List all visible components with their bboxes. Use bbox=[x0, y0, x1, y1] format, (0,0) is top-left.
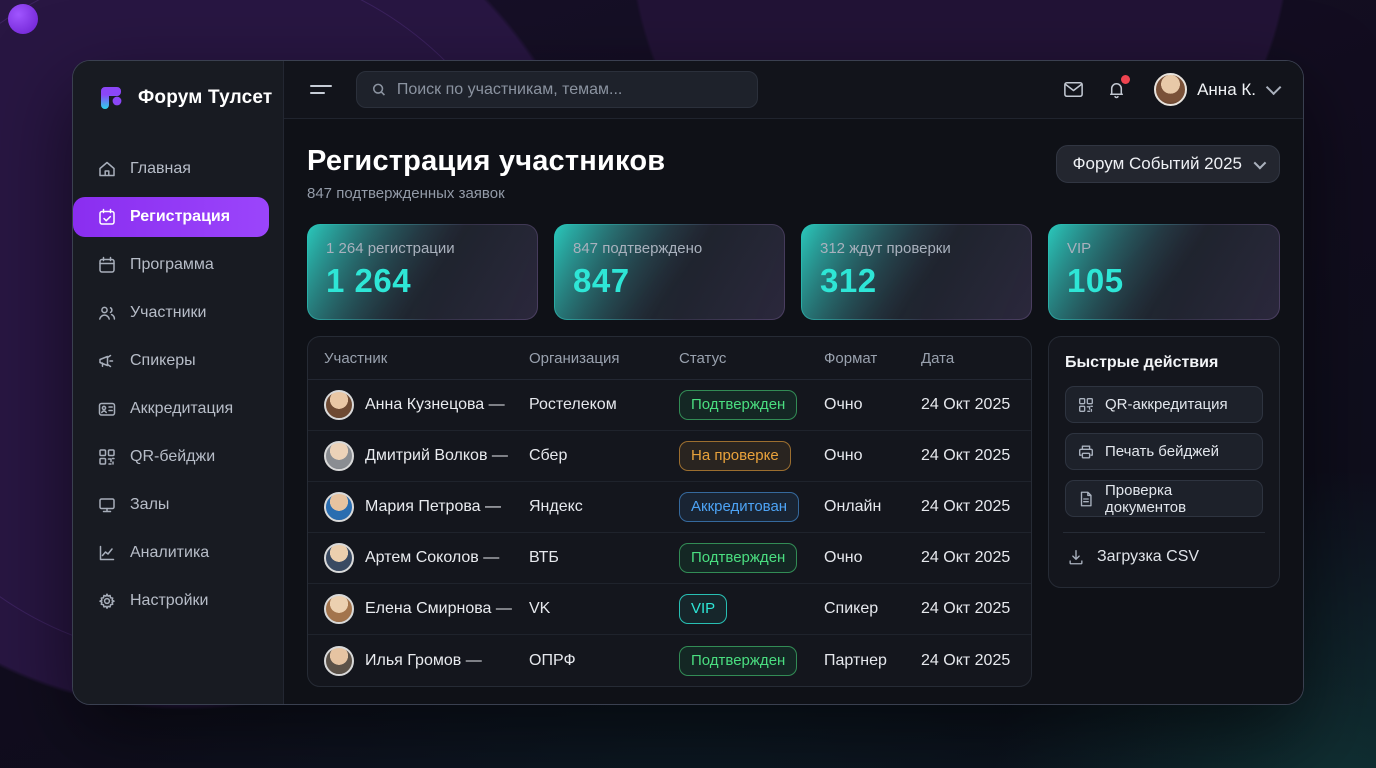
table-row[interactable]: Анна Кузнецова — Ростелеком Подтвержден … bbox=[308, 380, 1031, 431]
printer-icon bbox=[1077, 443, 1095, 461]
app-logo: Форум Тулсет bbox=[73, 83, 283, 113]
sidebar-nav: Главная Регистрация Программа Участники … bbox=[73, 149, 283, 621]
sidebar-item-halls[interactable]: Залы bbox=[73, 485, 269, 525]
menu-icon[interactable] bbox=[310, 85, 336, 94]
check-documents-button[interactable]: Проверка документов bbox=[1065, 480, 1263, 517]
status-badge: Подтвержден bbox=[679, 390, 797, 420]
chevron-down-icon bbox=[1266, 80, 1282, 96]
calendar-icon bbox=[97, 255, 117, 275]
page-title: Регистрация участников bbox=[307, 145, 665, 178]
table-row[interactable]: Дмитрий Волков — Сбер На проверке Очно 2… bbox=[308, 431, 1031, 482]
search-input[interactable] bbox=[397, 81, 743, 99]
stat-card-registrations: 1 264 регистрации 1 264 bbox=[307, 224, 538, 320]
avatar bbox=[324, 390, 354, 420]
sidebar-item-qr-badges[interactable]: QR-бейджи bbox=[73, 437, 269, 477]
quick-actions-title: Быстрые действия bbox=[1065, 354, 1263, 372]
qr-icon bbox=[1077, 396, 1095, 414]
notifications-button[interactable] bbox=[1105, 78, 1128, 101]
sidebar-item-program[interactable]: Программа bbox=[73, 245, 269, 285]
page-header: Регистрация участников 847 подтвержденны… bbox=[307, 145, 1280, 202]
main-area: Анна К. Регистрация участников 847 подтв… bbox=[284, 61, 1303, 704]
search-icon bbox=[371, 81, 387, 98]
sidebar-item-accreditation[interactable]: Аккредитация bbox=[73, 389, 269, 429]
sidebar-item-settings[interactable]: Настройки bbox=[73, 581, 269, 621]
id-card-icon bbox=[97, 399, 117, 419]
stat-card-pending: 312 ждут проверки 312 bbox=[801, 224, 1032, 320]
avatar bbox=[324, 492, 354, 522]
participants-table: Участник Организация Статус Формат Дата … bbox=[307, 336, 1032, 687]
status-badge: Аккредитован bbox=[679, 492, 799, 522]
download-icon bbox=[1067, 548, 1085, 566]
avatar bbox=[324, 646, 354, 676]
stat-card-vip: VIP 105 bbox=[1048, 224, 1280, 320]
sidebar: Форум Тулсет Главная Регистрация Програм… bbox=[73, 61, 284, 704]
table-header: Участник Организация Статус Формат Дата bbox=[308, 337, 1031, 380]
avatar bbox=[324, 543, 354, 573]
mail-button[interactable] bbox=[1062, 78, 1085, 101]
background-dot bbox=[8, 4, 38, 34]
table-row[interactable]: Мария Петрова — Яндекс Аккредитован Онла… bbox=[308, 482, 1031, 533]
status-badge: Подтвержден bbox=[679, 646, 797, 676]
app-title: Форум Тулсет bbox=[138, 87, 272, 109]
sidebar-item-registration[interactable]: Регистрация bbox=[73, 197, 269, 237]
chevron-down-icon bbox=[1254, 156, 1267, 169]
document-icon bbox=[1077, 490, 1095, 508]
qr-icon bbox=[97, 447, 117, 467]
status-badge: Подтвержден bbox=[679, 543, 797, 573]
table-row[interactable]: Артем Соколов — ВТБ Подтвержден Очно 24 … bbox=[308, 533, 1031, 584]
avatar bbox=[324, 594, 354, 624]
app-window: Форум Тулсет Главная Регистрация Програм… bbox=[72, 60, 1304, 705]
status-badge: На проверке bbox=[679, 441, 791, 471]
download-csv-button[interactable]: Загрузка CSV bbox=[1065, 546, 1263, 570]
avatar bbox=[324, 441, 354, 471]
gear-icon bbox=[97, 591, 117, 611]
logo-icon bbox=[97, 83, 127, 113]
page-content: Регистрация участников 847 подтвержденны… bbox=[284, 119, 1303, 704]
avatar bbox=[1154, 73, 1187, 106]
mail-icon bbox=[1062, 78, 1085, 101]
print-badges-button[interactable]: Печать бейджей bbox=[1065, 433, 1263, 470]
notification-dot bbox=[1121, 75, 1130, 84]
event-selector[interactable]: Форум Событий 2025 bbox=[1056, 145, 1280, 183]
status-badge: VIP bbox=[679, 594, 727, 624]
chart-icon bbox=[97, 543, 117, 563]
page-subtitle: 847 подтвержденных заявок bbox=[307, 185, 665, 202]
stat-cards: 1 264 регистрации 1 264 847 подтверждено… bbox=[307, 224, 1032, 320]
search-bar bbox=[356, 71, 758, 108]
sidebar-item-participants[interactable]: Участники bbox=[73, 293, 269, 333]
screen-icon bbox=[97, 495, 117, 515]
top-bar: Анна К. bbox=[284, 61, 1303, 119]
table-row[interactable]: Елена Смирнова — VK VIP Спикер 24 Окт 20… bbox=[308, 584, 1031, 635]
quick-actions-panel: Быстрые действия QR-аккредитация Печать … bbox=[1048, 336, 1280, 588]
calendar-check-icon bbox=[97, 207, 117, 227]
sidebar-item-analytics[interactable]: Аналитика bbox=[73, 533, 269, 573]
sidebar-item-home[interactable]: Главная bbox=[73, 149, 269, 189]
divider bbox=[1063, 532, 1265, 533]
megaphone-icon bbox=[97, 351, 117, 371]
stat-card-confirmed: 847 подтверждено 847 bbox=[554, 224, 785, 320]
table-row[interactable]: Илья Громов — ОПРФ Подтвержден Партнер 2… bbox=[308, 635, 1031, 686]
user-name: Анна К. bbox=[1197, 80, 1256, 100]
home-icon bbox=[97, 159, 117, 179]
sidebar-item-speakers[interactable]: Спикеры bbox=[73, 341, 269, 381]
qr-accreditation-button[interactable]: QR-аккредитация bbox=[1065, 386, 1263, 423]
profile-menu[interactable]: Анна К. bbox=[1154, 73, 1277, 106]
users-icon bbox=[97, 303, 117, 323]
